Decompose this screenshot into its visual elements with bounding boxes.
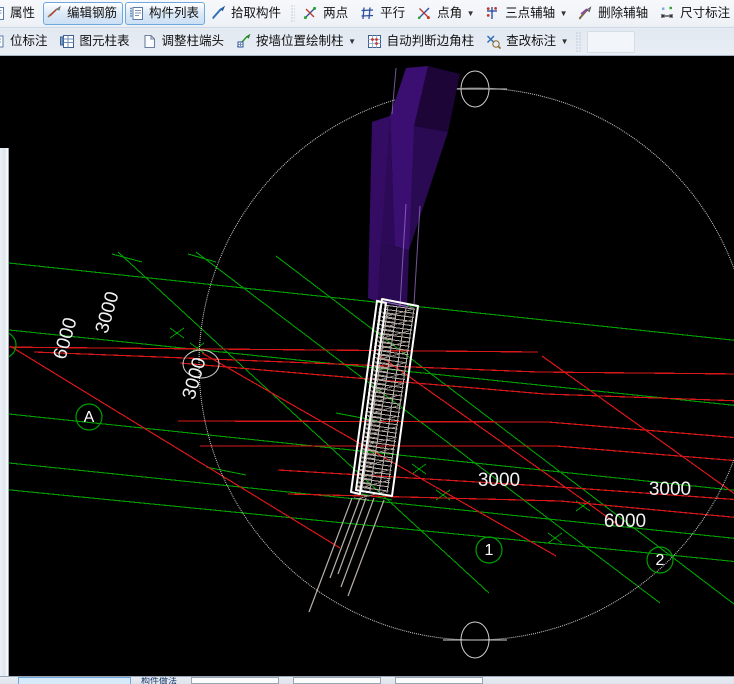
dimension-label-3000-c: 3000 bbox=[478, 470, 520, 491]
grid-bubble-1: 1 bbox=[485, 542, 494, 559]
bottom-tab-label: 构件做法 bbox=[141, 677, 178, 684]
two-point-icon bbox=[302, 5, 319, 22]
toolbar-button-two-point[interactable]: 两点 bbox=[299, 2, 354, 25]
draw-column-by-wall-icon bbox=[235, 33, 252, 50]
ribbon-toolbar: 属性编辑钢筋构件列表拾取构件两点平行点角▼三点辅轴▼删除辅轴尺寸标注▼ 位标注图… bbox=[0, 0, 734, 56]
element-column-table-icon bbox=[59, 33, 76, 50]
toolbar-button-point-angle[interactable]: 点角 ▼ bbox=[413, 2, 479, 25]
chevron-down-icon[interactable]: ▼ bbox=[466, 2, 475, 25]
toolbar-button-label: 三点辅轴 bbox=[505, 6, 556, 20]
bottom-tab-active[interactable] bbox=[18, 677, 131, 684]
point-angle-icon bbox=[416, 5, 433, 22]
toolbar-button-draw-column-by-wall[interactable]: 按墙位置绘制柱 ▼ bbox=[232, 30, 361, 53]
parallel-icon bbox=[359, 5, 376, 22]
left-panel-edge bbox=[0, 148, 9, 676]
toolbar-overflow-area[interactable] bbox=[587, 30, 636, 53]
bottom-field-2[interactable] bbox=[293, 677, 382, 684]
properties-icon bbox=[0, 5, 6, 22]
dimension-label-3000-d: 3000 bbox=[649, 479, 691, 500]
rebar-anchor-tails bbox=[308, 497, 385, 613]
toolbar-button-pick-component[interactable]: 拾取构件 bbox=[207, 2, 287, 25]
adjust-column-head-icon bbox=[141, 33, 158, 50]
toolbar-button-parallel[interactable]: 平行 bbox=[356, 2, 411, 25]
auto-detect-corner-column-icon bbox=[366, 33, 383, 50]
toolbar-button-label: 属性 bbox=[10, 6, 36, 20]
toolbar-button-label: 查改标注 bbox=[506, 34, 557, 48]
toolbar-button-label: 自动判断边角柱 bbox=[386, 34, 475, 48]
edit-rebar-icon bbox=[46, 5, 63, 22]
toolbar-button-dimension-annotation[interactable]: 尺寸标注▼ bbox=[656, 2, 734, 25]
toolbar-button-three-point-axis[interactable]: 三点辅轴 ▼ bbox=[481, 2, 572, 25]
toolbar-button-label: 按墙位置绘制柱 bbox=[256, 34, 344, 48]
delete-aux-axis-icon bbox=[577, 5, 594, 22]
column-solid-3d[interactable] bbox=[368, 66, 460, 309]
drawing-canvas-3d[interactable]: BA12 300060003000300030006000 bbox=[0, 56, 734, 676]
dimension-label-3000-a: 3000 bbox=[92, 289, 124, 335]
toolbar-button-label: 图元柱表 bbox=[79, 34, 130, 48]
toolbar-button-delete-aux-axis[interactable]: 删除辅轴 bbox=[574, 2, 654, 25]
toolbar-button-component-list[interactable]: 构件列表 bbox=[125, 2, 206, 25]
bottom-status-strip: 构件做法 bbox=[0, 676, 734, 684]
toolbar-button-auto-detect-corner-column[interactable]: 自动判断边角柱 bbox=[363, 30, 481, 53]
toolbar-button-adjust-column-head[interactable]: 调整柱端头 bbox=[138, 30, 231, 53]
dimension-label-6000-a: 6000 bbox=[50, 315, 82, 361]
toolbar-button-edit-rebar[interactable]: 编辑钢筋 bbox=[43, 2, 124, 25]
cad-scene: BA12 300060003000300030006000 bbox=[0, 66, 734, 659]
chevron-down-icon[interactable]: ▼ bbox=[559, 2, 568, 25]
toolbar-button-label: 位标注 bbox=[10, 34, 48, 48]
chevron-down-icon[interactable]: ▼ bbox=[348, 30, 357, 53]
toolbar-button-properties[interactable]: 属性 bbox=[0, 2, 41, 25]
chevron-down-icon[interactable]: ▼ bbox=[560, 30, 569, 53]
toolbar-button-label: 平行 bbox=[380, 6, 406, 20]
toolbar-button-label: 删除辅轴 bbox=[598, 6, 649, 20]
grid-bubble-2: 2 bbox=[656, 552, 665, 569]
pick-component-icon bbox=[210, 5, 227, 22]
toolbar-button-label: 构件列表 bbox=[149, 6, 200, 20]
toolbar-button-label: 调整柱端头 bbox=[161, 34, 225, 48]
orbit-handle-bottom[interactable] bbox=[443, 621, 507, 659]
bottom-field-3[interactable] bbox=[395, 677, 484, 684]
dimension-label-6000-b: 6000 bbox=[604, 511, 646, 532]
toolbar-button-label: 拾取构件 bbox=[231, 6, 282, 20]
grid-bubble-a: A bbox=[84, 409, 95, 426]
dimension-annotation-icon bbox=[659, 5, 676, 22]
toolbar-button-label: 编辑钢筋 bbox=[67, 6, 118, 20]
three-point-axis-icon bbox=[484, 5, 501, 22]
application-window: 属性编辑钢筋构件列表拾取构件两点平行点角▼三点辅轴▼删除辅轴尺寸标注▼ 位标注图… bbox=[0, 0, 734, 684]
modify-annotation-icon bbox=[485, 33, 502, 50]
bottom-field-1[interactable] bbox=[191, 677, 280, 684]
toolbar-button-label: 尺寸标注 bbox=[680, 6, 731, 20]
toolbar-separator-dots bbox=[291, 4, 296, 23]
toolbar-row-2: 位标注 图元柱表 调整柱端头 按墙位置绘制柱 ▼ 自动判断边角柱 查改标注 ▼ bbox=[0, 28, 734, 55]
toolbar-drag-grip[interactable] bbox=[576, 31, 582, 52]
toolbar-button-label: 两点 bbox=[323, 6, 349, 20]
toolbar-button-element-column-table[interactable]: 图元柱表 bbox=[56, 30, 136, 53]
toolbar-row-1: 属性编辑钢筋构件列表拾取构件两点平行点角▼三点辅轴▼删除辅轴尺寸标注▼ bbox=[0, 0, 734, 28]
toolbar-button-label: 点角 bbox=[437, 6, 463, 20]
component-list-icon bbox=[128, 5, 145, 22]
position-annotation-icon bbox=[0, 33, 6, 50]
orbit-circle[interactable] bbox=[198, 87, 734, 641]
toolbar-button-position-annotation[interactable]: 位标注 bbox=[0, 30, 54, 53]
toolbar-button-modify-annotation[interactable]: 查改标注 ▼ bbox=[482, 30, 573, 53]
